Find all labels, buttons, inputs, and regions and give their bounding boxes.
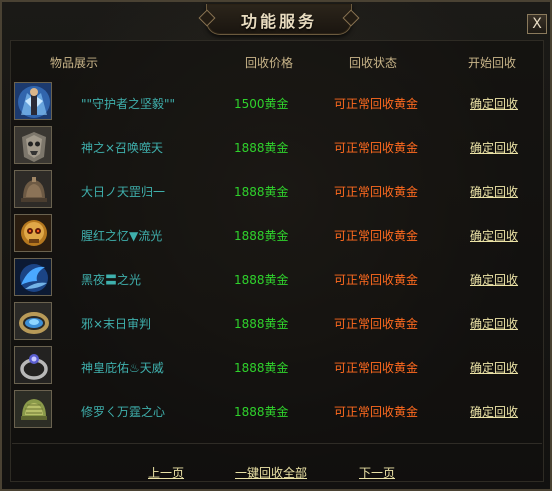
blue-ring-icon	[14, 302, 52, 340]
divider	[12, 443, 542, 444]
item-status: 可正常回收黄金	[334, 185, 419, 199]
item-price: 1888黄金	[234, 141, 289, 155]
item-name: 修罗ㄑ万霆之心	[81, 405, 166, 419]
warrior-figure-icon	[14, 82, 52, 120]
item-row: 神之×召唤噬天 1888黄金 可正常回收黄金 确定回收	[12, 124, 542, 168]
item-name: ""守护者之坚毅""	[81, 97, 176, 111]
confirm-recycle-link[interactable]: 确定回收	[470, 271, 518, 288]
title-plate: 功能服务	[206, 4, 352, 35]
item-row: 神皇庇佑♨天威 1888黄金 可正常回收黄金 确定回收	[12, 344, 542, 388]
item-price: 1500黄金	[234, 97, 289, 111]
item-name: 黑夜〓之光	[81, 273, 142, 287]
confirm-recycle-link[interactable]: 确定回收	[470, 403, 518, 420]
confirm-recycle-link[interactable]: 确定回收	[470, 227, 518, 244]
item-row: 黑夜〓之光 1888黄金 可正常回收黄金 确定回收	[12, 256, 542, 300]
confirm-recycle-link[interactable]: 确定回收	[470, 315, 518, 332]
confirm-recycle-link[interactable]: 确定回收	[470, 95, 518, 112]
header-price: 回收价格	[245, 56, 294, 70]
item-status: 可正常回收黄金	[334, 317, 419, 331]
confirm-recycle-link[interactable]: 确定回收	[470, 183, 518, 200]
item-price: 1888黄金	[234, 273, 289, 287]
skull-armor-icon	[14, 126, 52, 164]
item-status: 可正常回收黄金	[334, 273, 419, 287]
bell-helmet-icon	[14, 170, 52, 208]
item-name: 邪×末日审判	[81, 317, 152, 331]
item-name: 神皇庇佑♨天威	[81, 361, 164, 375]
gem-ring-icon	[14, 346, 52, 384]
confirm-recycle-link[interactable]: 确定回收	[470, 359, 518, 376]
item-price: 1888黄金	[234, 229, 289, 243]
item-row: 大日ノ天罡归一 1888黄金 可正常回收黄金 确定回收	[12, 168, 542, 212]
header-start: 开始回收	[468, 56, 517, 70]
item-name: 腥红之忆▼流光	[81, 229, 163, 243]
header-items: 物品展示	[50, 56, 99, 70]
prev-page-link[interactable]: 上一页	[148, 464, 184, 481]
item-status: 可正常回收黄金	[334, 405, 419, 419]
close-button[interactable]: X	[527, 14, 547, 34]
item-status: 可正常回收黄金	[334, 141, 419, 155]
item-status: 可正常回收黄金	[334, 361, 419, 375]
item-name: 神之×召唤噬天	[81, 141, 164, 155]
confirm-recycle-link[interactable]: 确定回收	[470, 139, 518, 156]
item-row: 邪×末日审判 1888黄金 可正常回收黄金 确定回收	[12, 300, 542, 344]
item-price: 1888黄金	[234, 405, 289, 419]
item-name: 大日ノ天罡归一	[81, 185, 166, 199]
recycle-all-link[interactable]: 一键回收全部	[235, 464, 307, 481]
item-price: 1888黄金	[234, 185, 289, 199]
item-row: 腥红之忆▼流光 1888黄金 可正常回收黄金 确定回收	[12, 212, 542, 256]
item-status: 可正常回收黄金	[334, 229, 419, 243]
item-row: ""守护者之坚毅"" 1500黄金 可正常回收黄金 确定回收	[12, 80, 542, 124]
window-title: 功能服务	[240, 12, 317, 31]
next-page-link[interactable]: 下一页	[359, 464, 395, 481]
header-status: 回收状态	[349, 56, 398, 70]
green-helmet-icon	[14, 390, 52, 428]
item-row: 修罗ㄑ万霆之心 1888黄金 可正常回收黄金 确定回收	[12, 388, 542, 432]
item-price: 1888黄金	[234, 317, 289, 331]
recycle-service-window: 功能服务 X 物品展示 回收价格 回收状态 开始回收 ""守护者之坚毅"" 15…	[0, 0, 552, 491]
item-price: 1888黄金	[234, 361, 289, 375]
blue-wings-icon	[14, 258, 52, 296]
golden-skull-icon	[14, 214, 52, 252]
item-status: 可正常回收黄金	[334, 97, 419, 111]
